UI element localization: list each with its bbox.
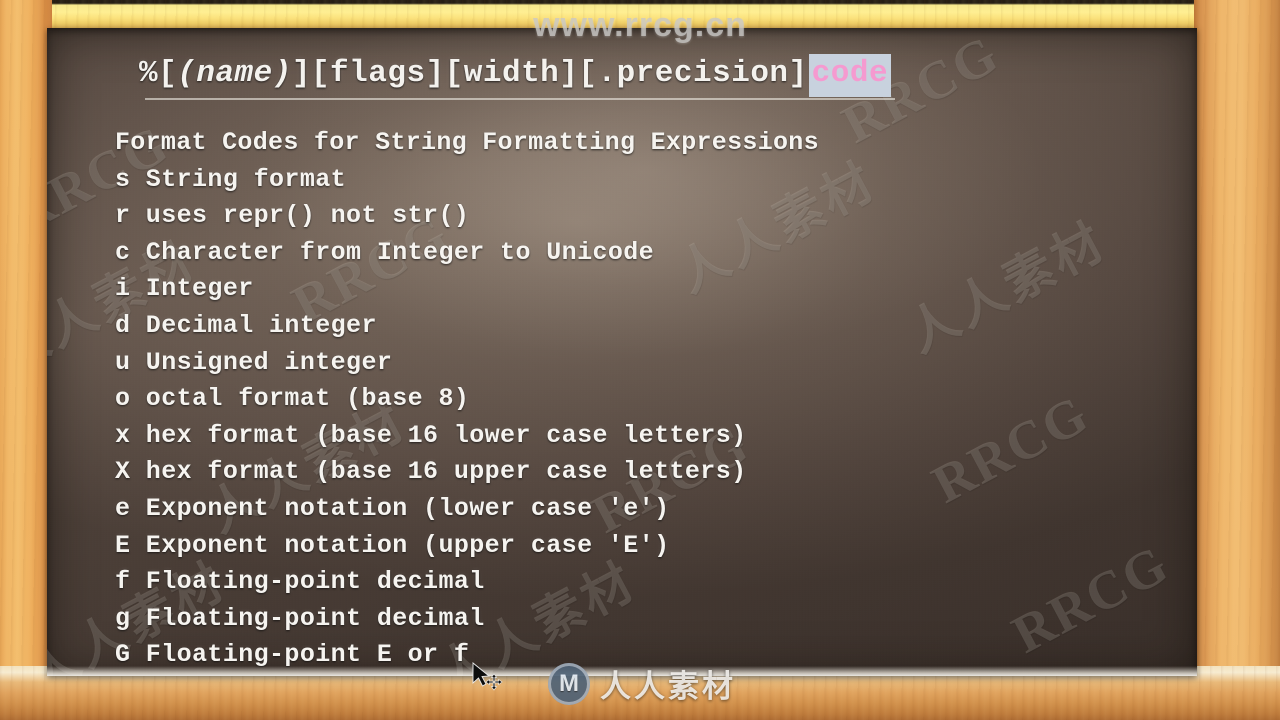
selected-code-token[interactable]: code <box>806 38 894 115</box>
format-spec-title: %[(name)][flags][width][.precision] code <box>139 38 894 115</box>
format-spec-title-row: %[(name)][flags][width][.precision] code <box>139 38 896 115</box>
wood-grain-right <box>1194 0 1280 720</box>
list-item: E Exponent notation (upper case 'E') <box>115 530 670 560</box>
blackboard: RRCG 人人素材 RRCG 人人素材 RRCG 人人素材 RRCG 人人素材 … <box>47 28 1197 676</box>
list-item: d Decimal integer <box>115 310 377 340</box>
frame-left <box>0 0 52 720</box>
list-item: X hex format (base 16 upper case letters… <box>115 457 747 487</box>
title-underline <box>145 98 896 100</box>
list-item: u Unsigned integer <box>115 347 393 377</box>
screenshot-stage: RRCG 人人素材 RRCG 人人素材 RRCG 人人素材 RRCG 人人素材 … <box>0 0 1280 720</box>
title-prefix: %[ <box>139 56 178 91</box>
list-item: f Floating-point decimal <box>115 567 485 597</box>
list-item: i Integer <box>115 274 254 304</box>
list-item: r uses repr() not str() <box>115 201 470 231</box>
list-heading: Format Codes for String Formatting Expre… <box>115 128 819 157</box>
format-code-list: Format Codes for String Formatting Expre… <box>81 125 1197 674</box>
frame-right <box>1194 0 1280 720</box>
list-item: g Floating-point decimal <box>115 603 485 633</box>
list-item: c Character from Integer to Unicode <box>115 237 655 267</box>
title-name-token: (name) <box>177 56 292 91</box>
title-middle: ][flags][width][.precision] <box>291 56 808 91</box>
list-item: G Floating-point E or f <box>115 640 470 670</box>
list-item: e Exponent notation (lower case 'e') <box>115 493 670 523</box>
wood-grain-left <box>0 0 52 720</box>
list-item: s String format <box>115 164 347 194</box>
list-item: x hex format (base 16 lower case letters… <box>115 420 747 450</box>
list-item: o octal format (base 8) <box>115 384 470 414</box>
board-content: %[(name)][flags][width][.precision] code … <box>47 28 1197 676</box>
